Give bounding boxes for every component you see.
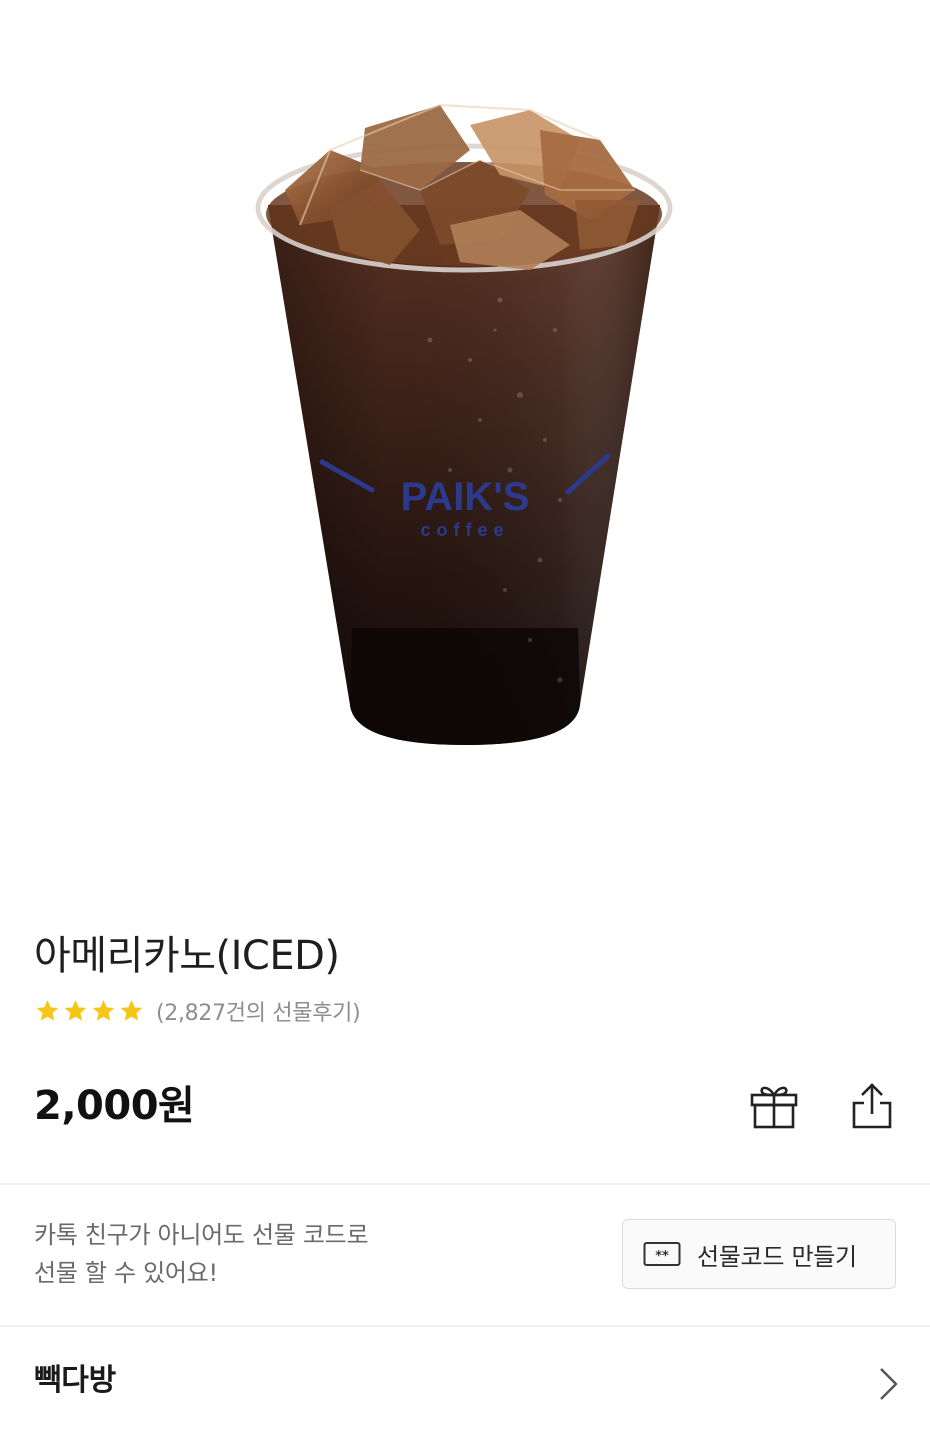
rating-stars (34, 998, 146, 1024)
review-count-link[interactable]: (2,827건의 선물후기) (156, 995, 361, 1027)
product-title: 아메리카노(ICED) (34, 933, 340, 979)
gift-code-ticket-icon: ** (643, 1241, 681, 1267)
iced-americano-cup-image: PAIK'S coffee (255, 103, 673, 745)
brand-name: 빽다방 (34, 1363, 116, 1398)
product-price: 2,000원 (34, 1083, 195, 1129)
section-divider (0, 1325, 930, 1327)
star-icon (36, 1000, 59, 1021)
product-image: PAIK'S coffee (0, 0, 930, 900)
svg-text:**: ** (655, 1249, 669, 1264)
gift-code-info: 카톡 친구가 아니어도 선물 코드로 선물 할 수 있어요! (34, 1216, 454, 1292)
share-icon (852, 1083, 892, 1129)
brand-link[interactable]: 빽다방 (0, 1328, 930, 1440)
gift-button[interactable] (744, 1076, 804, 1136)
star-icon (92, 1000, 115, 1021)
make-gift-code-button[interactable]: ** 선물코드 만들기 (622, 1219, 896, 1289)
chevron-right-icon (880, 1368, 898, 1400)
gift-code-info-line2: 선물 할 수 있어요! (34, 1259, 218, 1287)
cup-logo-text: PAIK'S (401, 475, 530, 519)
share-button[interactable] (842, 1076, 902, 1136)
make-gift-code-label: 선물코드 만들기 (697, 1242, 857, 1271)
gift-icon (750, 1086, 798, 1129)
star-icon (120, 1000, 143, 1021)
cup-logo-subtext: coffee (420, 520, 509, 540)
section-divider (0, 1183, 930, 1185)
rating-row[interactable]: (2,827건의 선물후기) (34, 994, 361, 1028)
star-icon (64, 1000, 87, 1021)
gift-code-info-line1: 카톡 친구가 아니어도 선물 코드로 (34, 1221, 369, 1249)
